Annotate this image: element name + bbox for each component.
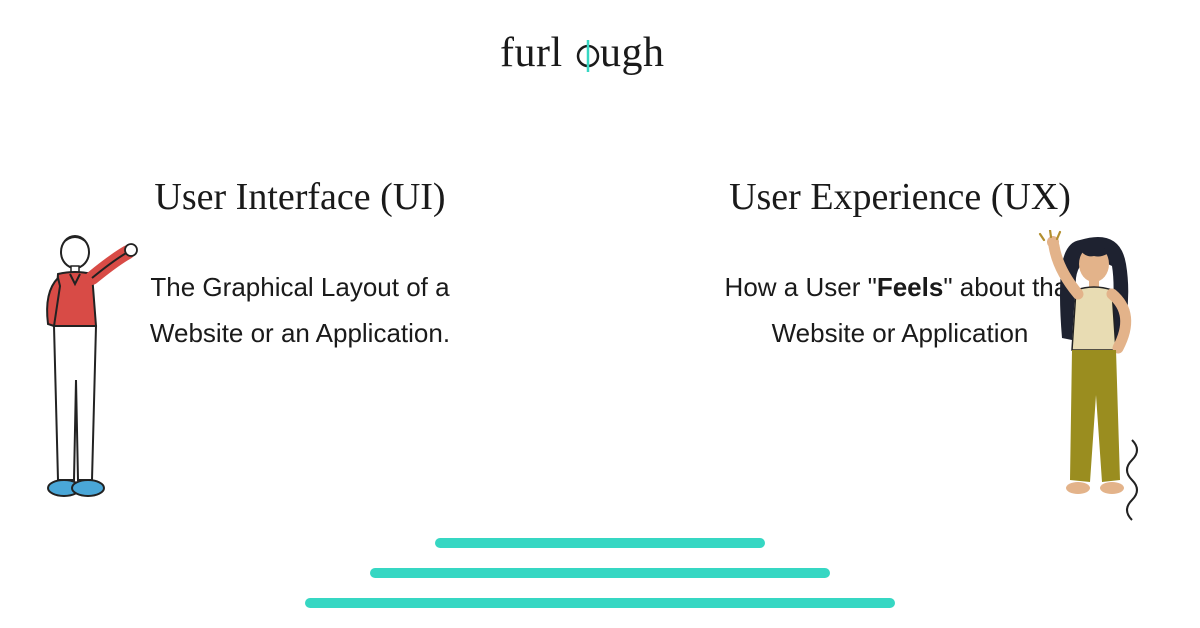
svg-text:ugh: ugh: [600, 30, 665, 76]
ux-heading: User Experience (UX): [729, 175, 1071, 219]
brand-logo: furl ugh: [500, 30, 700, 78]
ui-heading: User Interface (UI): [154, 175, 445, 219]
podium-bar-middle: [370, 568, 830, 578]
ux-body-prefix: How a User ": [725, 272, 877, 302]
ux-body-bold: Feels: [877, 272, 944, 302]
columns: User Interface (UI) The Graphical Layout…: [0, 175, 1200, 356]
ui-body: The Graphical Layout of a Website or an …: [120, 265, 480, 356]
man-illustration-icon: [30, 230, 145, 510]
woman-illustration-icon: [1032, 230, 1172, 530]
diagram-page: furl ugh User Interface (UI) The Graphic…: [0, 0, 1200, 628]
ux-body: How a User "Feels" about that Website or…: [720, 265, 1080, 356]
podium-bar-bottom: [305, 598, 895, 608]
svg-text:furl: furl: [500, 30, 563, 76]
podium-steps-icon: [305, 538, 895, 608]
podium-bar-top: [435, 538, 765, 548]
